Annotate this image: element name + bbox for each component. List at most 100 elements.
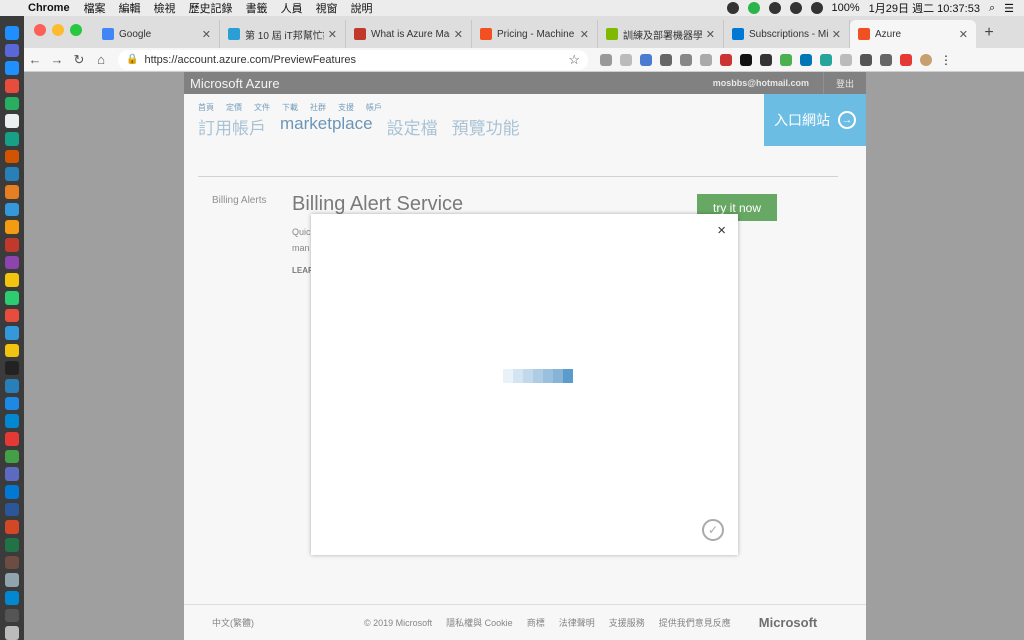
app-icon-8[interactable] <box>5 343 19 358</box>
translate-icon[interactable] <box>640 53 652 66</box>
menu-view[interactable]: 檢視 <box>154 0 176 16</box>
outlook-icon[interactable] <box>5 485 19 499</box>
app-icon-12[interactable] <box>5 555 19 570</box>
powerpoint-icon[interactable] <box>5 520 19 535</box>
app-icon-9[interactable] <box>5 379 19 393</box>
clock[interactable]: 1月29日 週二 10:37:53 <box>869 0 980 16</box>
app-icon-6[interactable] <box>5 308 19 323</box>
extension-icon[interactable] <box>840 53 852 66</box>
extension-icon[interactable] <box>780 53 792 66</box>
control-center-icon[interactable]: ☰ <box>1004 2 1014 15</box>
trash-icon[interactable] <box>5 626 19 640</box>
safari-icon[interactable] <box>5 61 19 75</box>
new-tab-button[interactable]: + <box>976 24 1002 48</box>
extension-icon[interactable] <box>660 53 672 66</box>
minimize-window-button[interactable] <box>52 24 64 36</box>
menu-people[interactable]: 人員 <box>281 0 303 16</box>
terminal-icon[interactable] <box>5 361 19 376</box>
status-icon[interactable] <box>726 2 739 14</box>
teams-icon[interactable] <box>5 467 19 482</box>
menu-history[interactable]: 歷史記錄 <box>189 0 233 16</box>
close-tab-icon[interactable]: ✕ <box>706 28 715 41</box>
menu-help[interactable]: 說明 <box>351 0 373 16</box>
loader-segment <box>503 369 513 383</box>
close-tab-icon[interactable]: ✕ <box>202 28 211 41</box>
app-icon-14[interactable] <box>5 591 19 605</box>
tab-azure[interactable]: Azure ✕ <box>850 20 976 48</box>
app-icon-15[interactable] <box>5 608 19 623</box>
word-icon[interactable] <box>5 502 19 517</box>
close-icon[interactable]: × <box>717 222 726 239</box>
line-app-icon[interactable] <box>5 449 19 464</box>
close-window-button[interactable] <box>34 24 46 36</box>
tab-training[interactable]: 訓練及部署機器學習 ✕ <box>598 20 724 48</box>
back-icon[interactable]: ← <box>24 52 46 67</box>
tab-google[interactable]: Google ✕ <box>94 20 220 48</box>
tab-ithome[interactable]: 第 10 屆 iT邦幫忙鐵 ✕ <box>220 20 346 48</box>
app-menu-chrome[interactable]: Chrome <box>28 2 70 14</box>
address-bar[interactable]: 🔒 https://account.azure.com/PreviewFeatu… <box>118 49 588 70</box>
trello-icon[interactable] <box>5 396 19 411</box>
app-icon-4[interactable] <box>5 273 19 287</box>
extension-icon[interactable] <box>820 53 832 66</box>
app-icon-2[interactable] <box>5 237 19 252</box>
extension-icon[interactable] <box>620 53 632 66</box>
app-icon-3[interactable] <box>5 255 19 270</box>
app-icon-5[interactable] <box>5 290 19 305</box>
flag-icon[interactable] <box>720 53 732 66</box>
app-icon-10[interactable] <box>5 414 19 429</box>
music-icon[interactable] <box>5 149 19 164</box>
extension-icon[interactable] <box>700 53 712 66</box>
linkedin-icon[interactable] <box>800 53 812 66</box>
volume-icon[interactable] <box>810 2 823 14</box>
finder-icon[interactable] <box>5 26 19 40</box>
close-tab-icon[interactable]: ✕ <box>328 28 337 41</box>
menu-window[interactable]: 視窗 <box>316 0 338 16</box>
appstore-icon[interactable] <box>5 202 19 217</box>
menu-icon[interactable]: ⋮ <box>940 53 952 67</box>
close-tab-icon[interactable]: ✕ <box>580 28 589 41</box>
extension-icon[interactable] <box>900 53 912 66</box>
excel-icon[interactable] <box>5 538 19 552</box>
app-icon-7[interactable] <box>5 326 19 340</box>
home-icon[interactable]: ⌂ <box>90 52 112 67</box>
tab-pricing[interactable]: Pricing - Machine L ✕ <box>472 20 598 48</box>
tab-azure-ml[interactable]: What is Azure Mach ✕ <box>346 20 472 48</box>
close-tab-icon[interactable]: ✕ <box>832 28 841 41</box>
extension-icon[interactable] <box>600 53 612 66</box>
bookmark-star-icon[interactable]: ☆ <box>568 52 580 68</box>
menu-bookmarks[interactable]: 書籤 <box>246 0 268 16</box>
vlc-icon[interactable] <box>5 220 19 234</box>
reload-icon[interactable]: ↻ <box>68 52 90 68</box>
url-text[interactable]: https://account.azure.com/PreviewFeature… <box>144 54 568 66</box>
maps-icon[interactable] <box>5 96 19 111</box>
profile-avatar-icon[interactable] <box>920 53 932 66</box>
menu-edit[interactable]: 編輯 <box>119 0 141 16</box>
launchpad-icon[interactable] <box>5 43 19 58</box>
extension-icon[interactable] <box>860 53 872 66</box>
close-tab-icon[interactable]: ✕ <box>454 28 463 41</box>
close-tab-icon[interactable]: ✕ <box>959 28 968 41</box>
extension-icon[interactable] <box>760 53 772 66</box>
zoom-window-button[interactable] <box>70 24 82 36</box>
menu-file[interactable]: 檔案 <box>84 0 106 16</box>
chrome-icon[interactable] <box>5 78 19 93</box>
lock-icon[interactable]: 🔒 <box>126 54 138 65</box>
battery-percent[interactable]: 100% <box>832 2 860 14</box>
line-icon[interactable] <box>747 2 760 14</box>
extension-icon[interactable] <box>880 53 892 66</box>
search-icon[interactable]: ⌕ <box>989 2 995 15</box>
cloud-app-icon[interactable] <box>5 167 19 181</box>
app-icon-13[interactable] <box>5 573 19 587</box>
cloud-icon[interactable] <box>768 2 781 14</box>
extension-icon[interactable] <box>680 53 692 66</box>
app-icon-11[interactable] <box>5 432 19 446</box>
loader-segment <box>543 369 553 383</box>
notes-icon[interactable] <box>5 114 19 128</box>
messages-icon[interactable] <box>5 131 19 146</box>
app-icon[interactable] <box>5 184 19 199</box>
forward-icon[interactable]: → <box>46 52 68 67</box>
tab-subscriptions[interactable]: Subscriptions - Mic ✕ <box>724 20 850 48</box>
extension-icon[interactable] <box>740 53 752 66</box>
wifi-icon[interactable] <box>789 2 802 14</box>
